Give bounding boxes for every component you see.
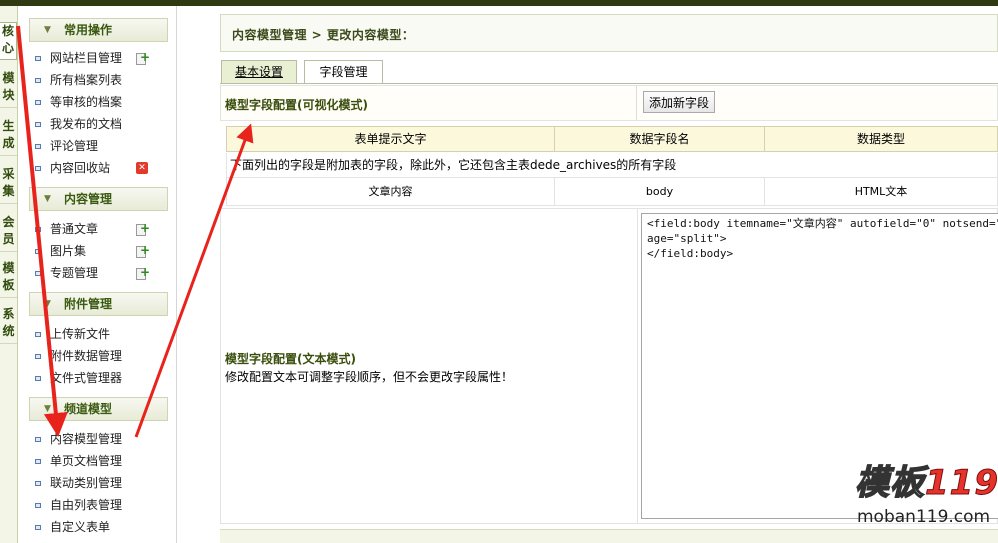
- cell-data-type: HTML文本: [854, 185, 908, 198]
- sidebar-item-pending-archives[interactable]: 等审核的档案: [35, 92, 175, 112]
- vtab-template[interactable]: 模板: [0, 260, 17, 298]
- sidebar-item-file-manager[interactable]: 文件式管理器: [35, 368, 175, 388]
- sidebar-item-column-manage[interactable]: 网站栏目管理: [35, 47, 175, 68]
- bullet-icon: [35, 78, 41, 83]
- bullet-icon: [35, 144, 41, 149]
- bullet-icon: [35, 56, 41, 61]
- tab-underline: [220, 83, 998, 84]
- bullet-icon: [35, 249, 41, 254]
- cell-divider: [636, 86, 637, 120]
- bullet-icon: [35, 354, 41, 359]
- text-mode-description: 修改配置文本可调整字段顺序，但不会更改字段属性！: [225, 370, 514, 384]
- visual-mode-title: 模型字段配置(可视化模式): [225, 98, 368, 112]
- sidebar-item-recycle-bin[interactable]: 内容回收站 ✕: [35, 158, 175, 178]
- bullet-icon: [35, 227, 41, 232]
- bullet-icon: [35, 271, 41, 276]
- vtab-collect[interactable]: 采集: [0, 166, 17, 204]
- watermark-brand: 模板: [854, 462, 925, 504]
- vtab-system[interactable]: 系统: [0, 306, 17, 344]
- breadcrumb-text: 内容模型管理 > 更改内容模型：: [232, 28, 415, 42]
- bullet-icon: [35, 503, 41, 508]
- sidebar: ▼ 常用操作 网站栏目管理 所有档案列表 等审核的档案 我发布的文档 评论管理 …: [19, 6, 177, 543]
- add-icon[interactable]: [135, 240, 150, 260]
- sidebar-group-channel-models[interactable]: ▼ 频道模型: [29, 397, 168, 421]
- sidebar-group-content[interactable]: ▼ 内容管理: [29, 187, 168, 211]
- bullet-icon: [35, 122, 41, 127]
- bullet-icon: [35, 459, 41, 464]
- bullet-icon: [35, 525, 41, 530]
- text-mode-title: 模型字段配置(文本模式): [225, 352, 356, 366]
- chevron-down-icon: ▼: [44, 404, 51, 414]
- vtab-core[interactable]: 核心: [0, 22, 17, 60]
- add-field-button[interactable]: 添加新字段: [643, 91, 715, 113]
- sidebar-item-upload-file[interactable]: 上传新文件: [35, 324, 175, 344]
- bullet-icon: [35, 376, 41, 381]
- chevron-down-icon: ▼: [44, 25, 51, 35]
- add-icon[interactable]: [135, 262, 150, 282]
- sidebar-item-custom-form[interactable]: 自定义表单: [35, 517, 175, 537]
- bullet-icon: [35, 100, 41, 105]
- column-header-data-type: 数据类型: [856, 132, 905, 146]
- sidebar-item-free-list[interactable]: 自由列表管理: [35, 495, 175, 515]
- sidebar-item-comments[interactable]: 评论管理: [35, 136, 175, 156]
- add-icon[interactable]: [135, 218, 150, 238]
- sidebar-item-linkage-category[interactable]: 联动类别管理: [35, 473, 175, 493]
- bullet-icon: [35, 332, 41, 337]
- sidebar-item-attachment-data[interactable]: 附件数据管理: [35, 346, 175, 366]
- watermark-logo: 模板119 moban119.com: [854, 455, 998, 543]
- table-row[interactable]: 文章内容 body HTML文本: [226, 177, 998, 206]
- frame-gap: [178, 6, 220, 543]
- add-icon[interactable]: [135, 47, 150, 67]
- vertical-tab-bar: 核心 模块 生成 采集 会员 模板 系统: [0, 6, 18, 543]
- sidebar-item-image-sets[interactable]: 图片集: [35, 240, 175, 261]
- table-header: 表单提示文字 数据字段名 数据类型: [226, 126, 998, 152]
- chevron-down-icon: ▼: [44, 194, 51, 204]
- delete-icon[interactable]: ✕: [136, 162, 148, 174]
- watermark-url: moban119.com: [857, 507, 991, 527]
- sidebar-group-common[interactable]: ▼ 常用操作: [29, 18, 168, 42]
- bullet-icon: [35, 166, 41, 171]
- sidebar-item-single-page[interactable]: 单页文档管理: [35, 451, 175, 471]
- visual-mode-row: 模型字段配置(可视化模式) 添加新字段: [220, 85, 998, 121]
- tab-basic-settings[interactable]: 基本设置: [221, 60, 297, 84]
- cell-label: 文章内容: [227, 178, 555, 205]
- chevron-down-icon: ▼: [44, 299, 51, 309]
- vtab-member[interactable]: 会员: [0, 214, 17, 252]
- sidebar-item-topics[interactable]: 专题管理: [35, 262, 175, 283]
- cell-field-name: body: [555, 178, 765, 205]
- bullet-icon: [35, 437, 41, 442]
- sidebar-item-my-documents[interactable]: 我发布的文档: [35, 114, 175, 134]
- column-header-field-name: 数据字段名: [555, 127, 765, 151]
- sidebar-item-content-model-manage[interactable]: 内容模型管理: [35, 429, 175, 449]
- sidebar-item-articles[interactable]: 普通文章: [35, 218, 175, 239]
- column-header-label: 表单提示文字: [227, 127, 555, 151]
- vtab-module[interactable]: 模块: [0, 70, 17, 108]
- watermark-number: 119: [925, 463, 998, 504]
- sidebar-item-all-archives[interactable]: 所有档案列表: [35, 70, 175, 90]
- cell-divider: [637, 209, 638, 523]
- table-note: 下面列出的字段是附加表的字段，除此外，它还包含主表dede_archives的所…: [226, 153, 998, 177]
- sidebar-group-attachments[interactable]: ▼ 附件管理: [29, 292, 168, 316]
- vtab-generate[interactable]: 生成: [0, 118, 17, 156]
- tab-field-management[interactable]: 字段管理: [304, 60, 383, 84]
- breadcrumb: 内容模型管理 > 更改内容模型：: [220, 14, 998, 52]
- bullet-icon: [35, 481, 41, 486]
